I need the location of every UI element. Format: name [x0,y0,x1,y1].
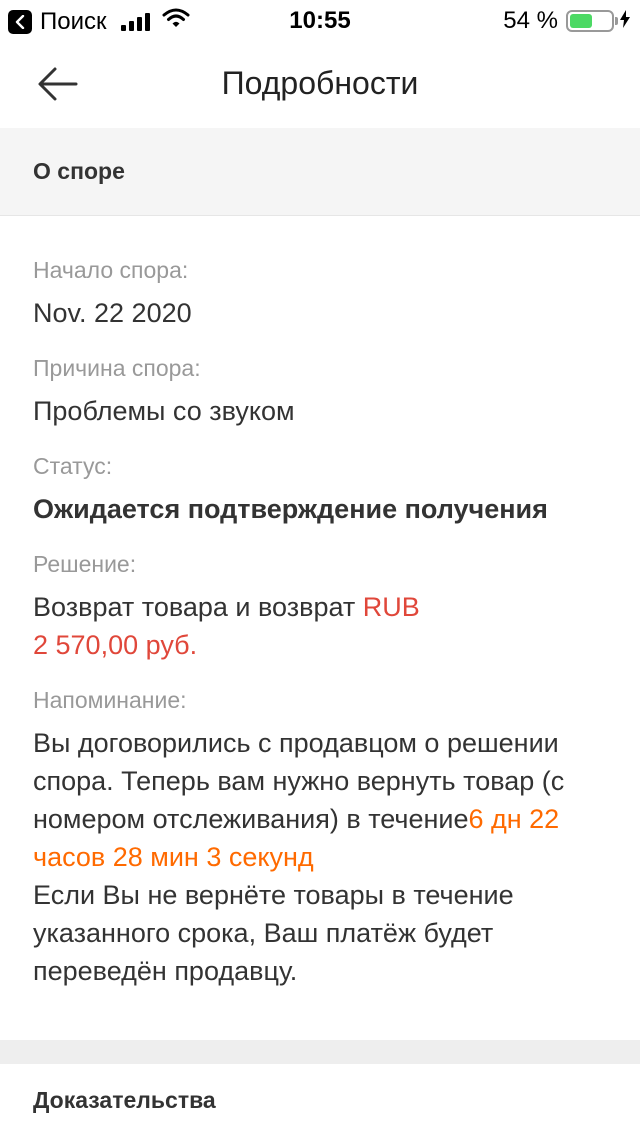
solution-label: Решение: [33,551,137,577]
solution-value: Возврат товара и возврат RUB 2 570,00 руб… [33,588,607,664]
dispute-details: Начало спора: Nov. 22 2020 Причина спора… [0,216,640,990]
nav-bar: Подробности [0,40,640,128]
start-date-value: Nov. 22 2020 [33,298,192,328]
about-dispute-header: О споре [0,128,640,216]
solution-currency: RUB [362,592,420,622]
reminder-label: Напоминание: [33,687,187,713]
battery-fill [570,14,592,28]
reminder-text-warning: Если Вы не вернёте товары в течение указ… [33,880,514,986]
solution-amount: 2 570,00 руб. [33,630,198,660]
reason-label: Причина спора: [33,355,201,381]
status-value: Ожидается подтверждение получения [33,494,548,524]
status-label: Статус: [33,453,113,479]
reason-value: Проблемы со звуком [33,396,295,426]
reminder-text: Вы договорились с продавцом о решении сп… [33,724,607,990]
evidence-header: Доказательства [33,1086,216,1113]
status-bar-right: 54 % [503,7,630,35]
status-bar: Поиск 10:55 54 % [0,0,640,40]
page-title: Подробности [221,65,419,101]
battery-icon [566,10,618,32]
charging-icon [620,7,630,35]
battery-percent: 54 % [503,7,558,34]
section-divider [0,1040,640,1064]
solution-text: Возврат товара и возврат [33,592,363,622]
start-date-label: Начало спора: [33,257,189,283]
